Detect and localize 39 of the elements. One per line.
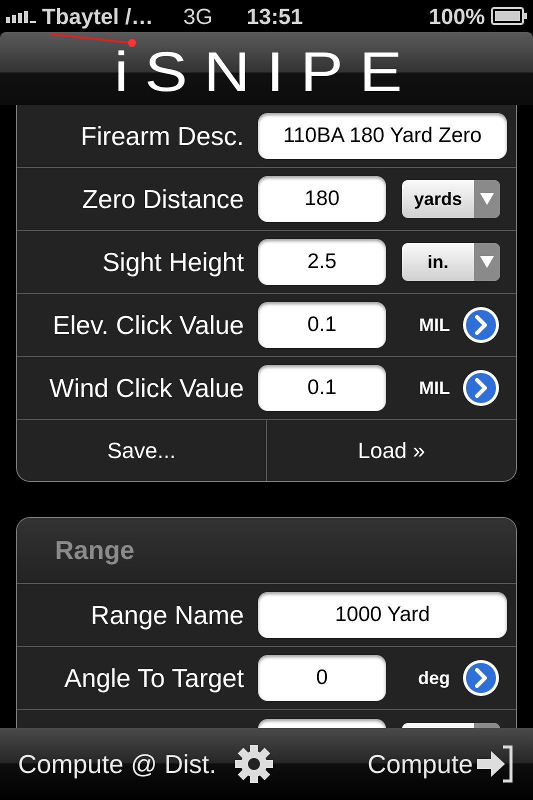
laser-line-icon bbox=[50, 32, 138, 48]
app-logo: iSNIPE bbox=[114, 44, 419, 100]
network-type: 3G bbox=[183, 2, 213, 30]
chevron-button[interactable] bbox=[462, 369, 500, 407]
carrier-name: Tbaytel /… bbox=[42, 2, 154, 31]
field-label: Sight Height bbox=[101, 246, 244, 278]
unit-label: MIL bbox=[419, 376, 450, 400]
caret-icon bbox=[480, 193, 494, 205]
enter-arrow-icon bbox=[475, 744, 515, 784]
chevron-button[interactable] bbox=[462, 659, 500, 697]
battery-percent: 100% bbox=[428, 2, 485, 30]
number-field[interactable]: 180 bbox=[258, 176, 386, 222]
caret-icon bbox=[480, 256, 494, 268]
number-field[interactable]: 0 bbox=[258, 655, 386, 701]
number-field[interactable]: 0.1 bbox=[258, 365, 386, 411]
chevron-button[interactable] bbox=[462, 306, 500, 344]
field-label: Wind Click Value bbox=[48, 372, 244, 404]
field-label: Elev. Click Value bbox=[52, 308, 244, 342]
text-field[interactable]: 110BA 180 Yard Zero bbox=[258, 113, 507, 159]
field-label: Range Name bbox=[90, 598, 244, 632]
field-label: Firearm Desc. bbox=[80, 120, 244, 152]
unit-dropdown[interactable]: yards bbox=[402, 180, 500, 218]
field-label: Zero Distance bbox=[81, 182, 244, 216]
unit-label: MIL bbox=[419, 314, 450, 336]
section-title: Range bbox=[55, 534, 134, 567]
number-field[interactable]: 2.5 bbox=[258, 239, 386, 285]
signal-icon bbox=[6, 9, 38, 23]
unit-label: deg bbox=[418, 666, 450, 690]
save-button[interactable]: Save... bbox=[17, 420, 267, 481]
compute-at-distance-button[interactable]: Compute @ Dist. bbox=[18, 744, 274, 784]
gear-icon bbox=[234, 744, 274, 784]
unit-dropdown[interactable]: in. bbox=[402, 243, 500, 281]
load-button[interactable]: Load » bbox=[267, 420, 516, 481]
battery-icon bbox=[491, 7, 527, 25]
clock: 13:51 bbox=[246, 2, 303, 30]
field-label: Angle To Target bbox=[63, 662, 244, 694]
number-field[interactable]: 0.1 bbox=[258, 302, 386, 348]
compute-button[interactable]: Compute bbox=[368, 744, 515, 784]
text-field[interactable]: 1000 Yard bbox=[258, 592, 507, 638]
